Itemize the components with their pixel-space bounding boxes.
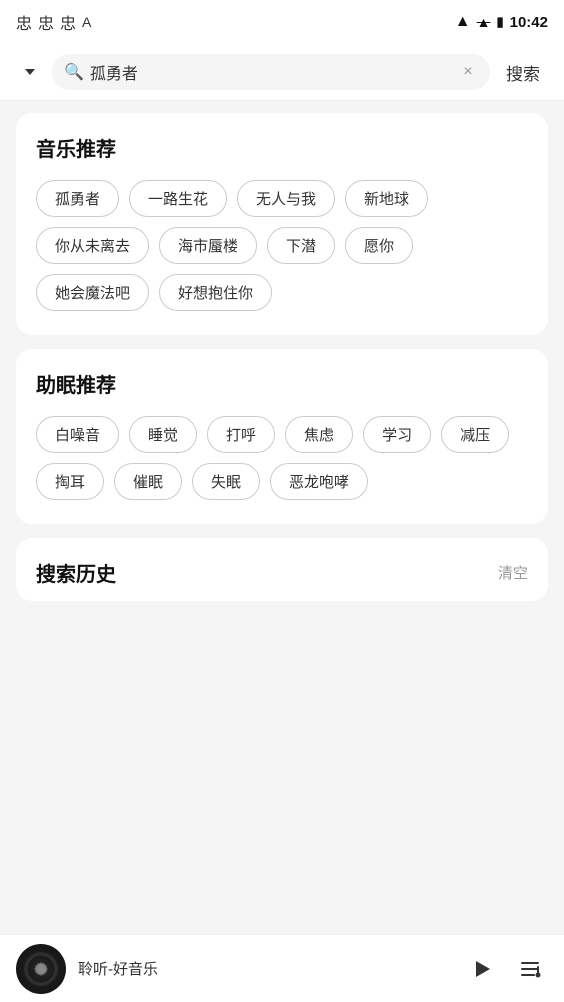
history-header: 搜索历史 清空: [36, 558, 528, 587]
music-tag[interactable]: 新地球: [345, 180, 428, 217]
album-art[interactable]: [16, 944, 66, 994]
sleep-tag[interactable]: 催眠: [114, 463, 182, 500]
signal-icon: ▲: [477, 14, 491, 30]
status-bar: 忠 忠 忠 A ▲ ▲ ▮ 10:42: [0, 0, 564, 44]
search-input-wrap: 🔍 孤勇者 ×: [52, 54, 490, 90]
status-left: 忠 忠 忠 A: [16, 10, 91, 34]
search-icon: 🔍: [64, 62, 84, 82]
carrier-icon-3: 忠: [60, 10, 76, 34]
music-tag[interactable]: 孤勇者: [36, 180, 119, 217]
sleep-tag[interactable]: 白噪音: [36, 416, 119, 453]
music-tag[interactable]: 无人与我: [237, 180, 335, 217]
player-title: 聆听-好音乐: [78, 958, 452, 979]
time-display: 10:42: [510, 14, 548, 31]
search-history-card: 搜索历史 清空: [16, 538, 548, 601]
history-title: 搜索历史: [36, 558, 116, 587]
music-tag[interactable]: 愿你: [345, 227, 413, 264]
music-tag[interactable]: 你从未离去: [36, 227, 149, 264]
sleep-tag[interactable]: 掏耳: [36, 463, 104, 500]
clear-history-button[interactable]: 清空: [498, 562, 528, 583]
carrier-icon-2: 忠: [38, 10, 54, 34]
playlist-button[interactable]: [512, 951, 548, 987]
wifi-icon: ▲: [455, 13, 471, 31]
search-bar: 🔍 孤勇者 × 搜索: [0, 44, 564, 101]
dropdown-button[interactable]: [16, 58, 44, 86]
sleep-tags-list: 白噪音睡觉打呼焦虑学习减压掏耳催眠失眠恶龙咆哮: [36, 416, 528, 500]
music-tags-list: 孤勇者一路生花无人与我新地球你从未离去海市蜃楼下潜愿你她会魔法吧好想抱住你: [36, 180, 528, 311]
music-tag[interactable]: 她会魔法吧: [36, 274, 149, 311]
clear-input-button[interactable]: ×: [458, 62, 478, 82]
sleep-tag[interactable]: 焦虑: [285, 416, 353, 453]
sleep-tag[interactable]: 恶龙咆哮: [270, 463, 368, 500]
sleep-tag[interactable]: 减压: [441, 416, 509, 453]
search-button[interactable]: 搜索: [498, 56, 548, 89]
sleep-tag[interactable]: 学习: [363, 416, 431, 453]
sleep-recommend-card: 助眠推荐 白噪音睡觉打呼焦虑学习减压掏耳催眠失眠恶龙咆哮: [16, 349, 548, 524]
carrier-icon-1: 忠: [16, 10, 32, 34]
battery-icon: ▮: [496, 14, 503, 30]
sleep-tag[interactable]: 失眠: [192, 463, 260, 500]
music-recommend-title: 音乐推荐: [36, 133, 528, 162]
main-content: 音乐推荐 孤勇者一路生花无人与我新地球你从未离去海市蜃楼下潜愿你她会魔法吧好想抱…: [0, 101, 564, 701]
accessibility-icon: A: [82, 14, 91, 30]
music-tag[interactable]: 下潜: [267, 227, 335, 264]
bottom-player: 聆听-好音乐: [0, 934, 564, 1002]
play-button[interactable]: [464, 951, 500, 987]
music-recommend-card: 音乐推荐 孤勇者一路生花无人与我新地球你从未离去海市蜃楼下潜愿你她会魔法吧好想抱…: [16, 113, 548, 335]
sleep-recommend-title: 助眠推荐: [36, 369, 528, 398]
search-input[interactable]: 孤勇者: [90, 60, 452, 84]
status-right: ▲ ▲ ▮ 10:42: [455, 13, 548, 31]
music-tag[interactable]: 好想抱住你: [159, 274, 272, 311]
sleep-tag[interactable]: 睡觉: [129, 416, 197, 453]
music-tag[interactable]: 海市蜃楼: [159, 227, 257, 264]
sleep-tag[interactable]: 打呼: [207, 416, 275, 453]
music-tag[interactable]: 一路生花: [129, 180, 227, 217]
